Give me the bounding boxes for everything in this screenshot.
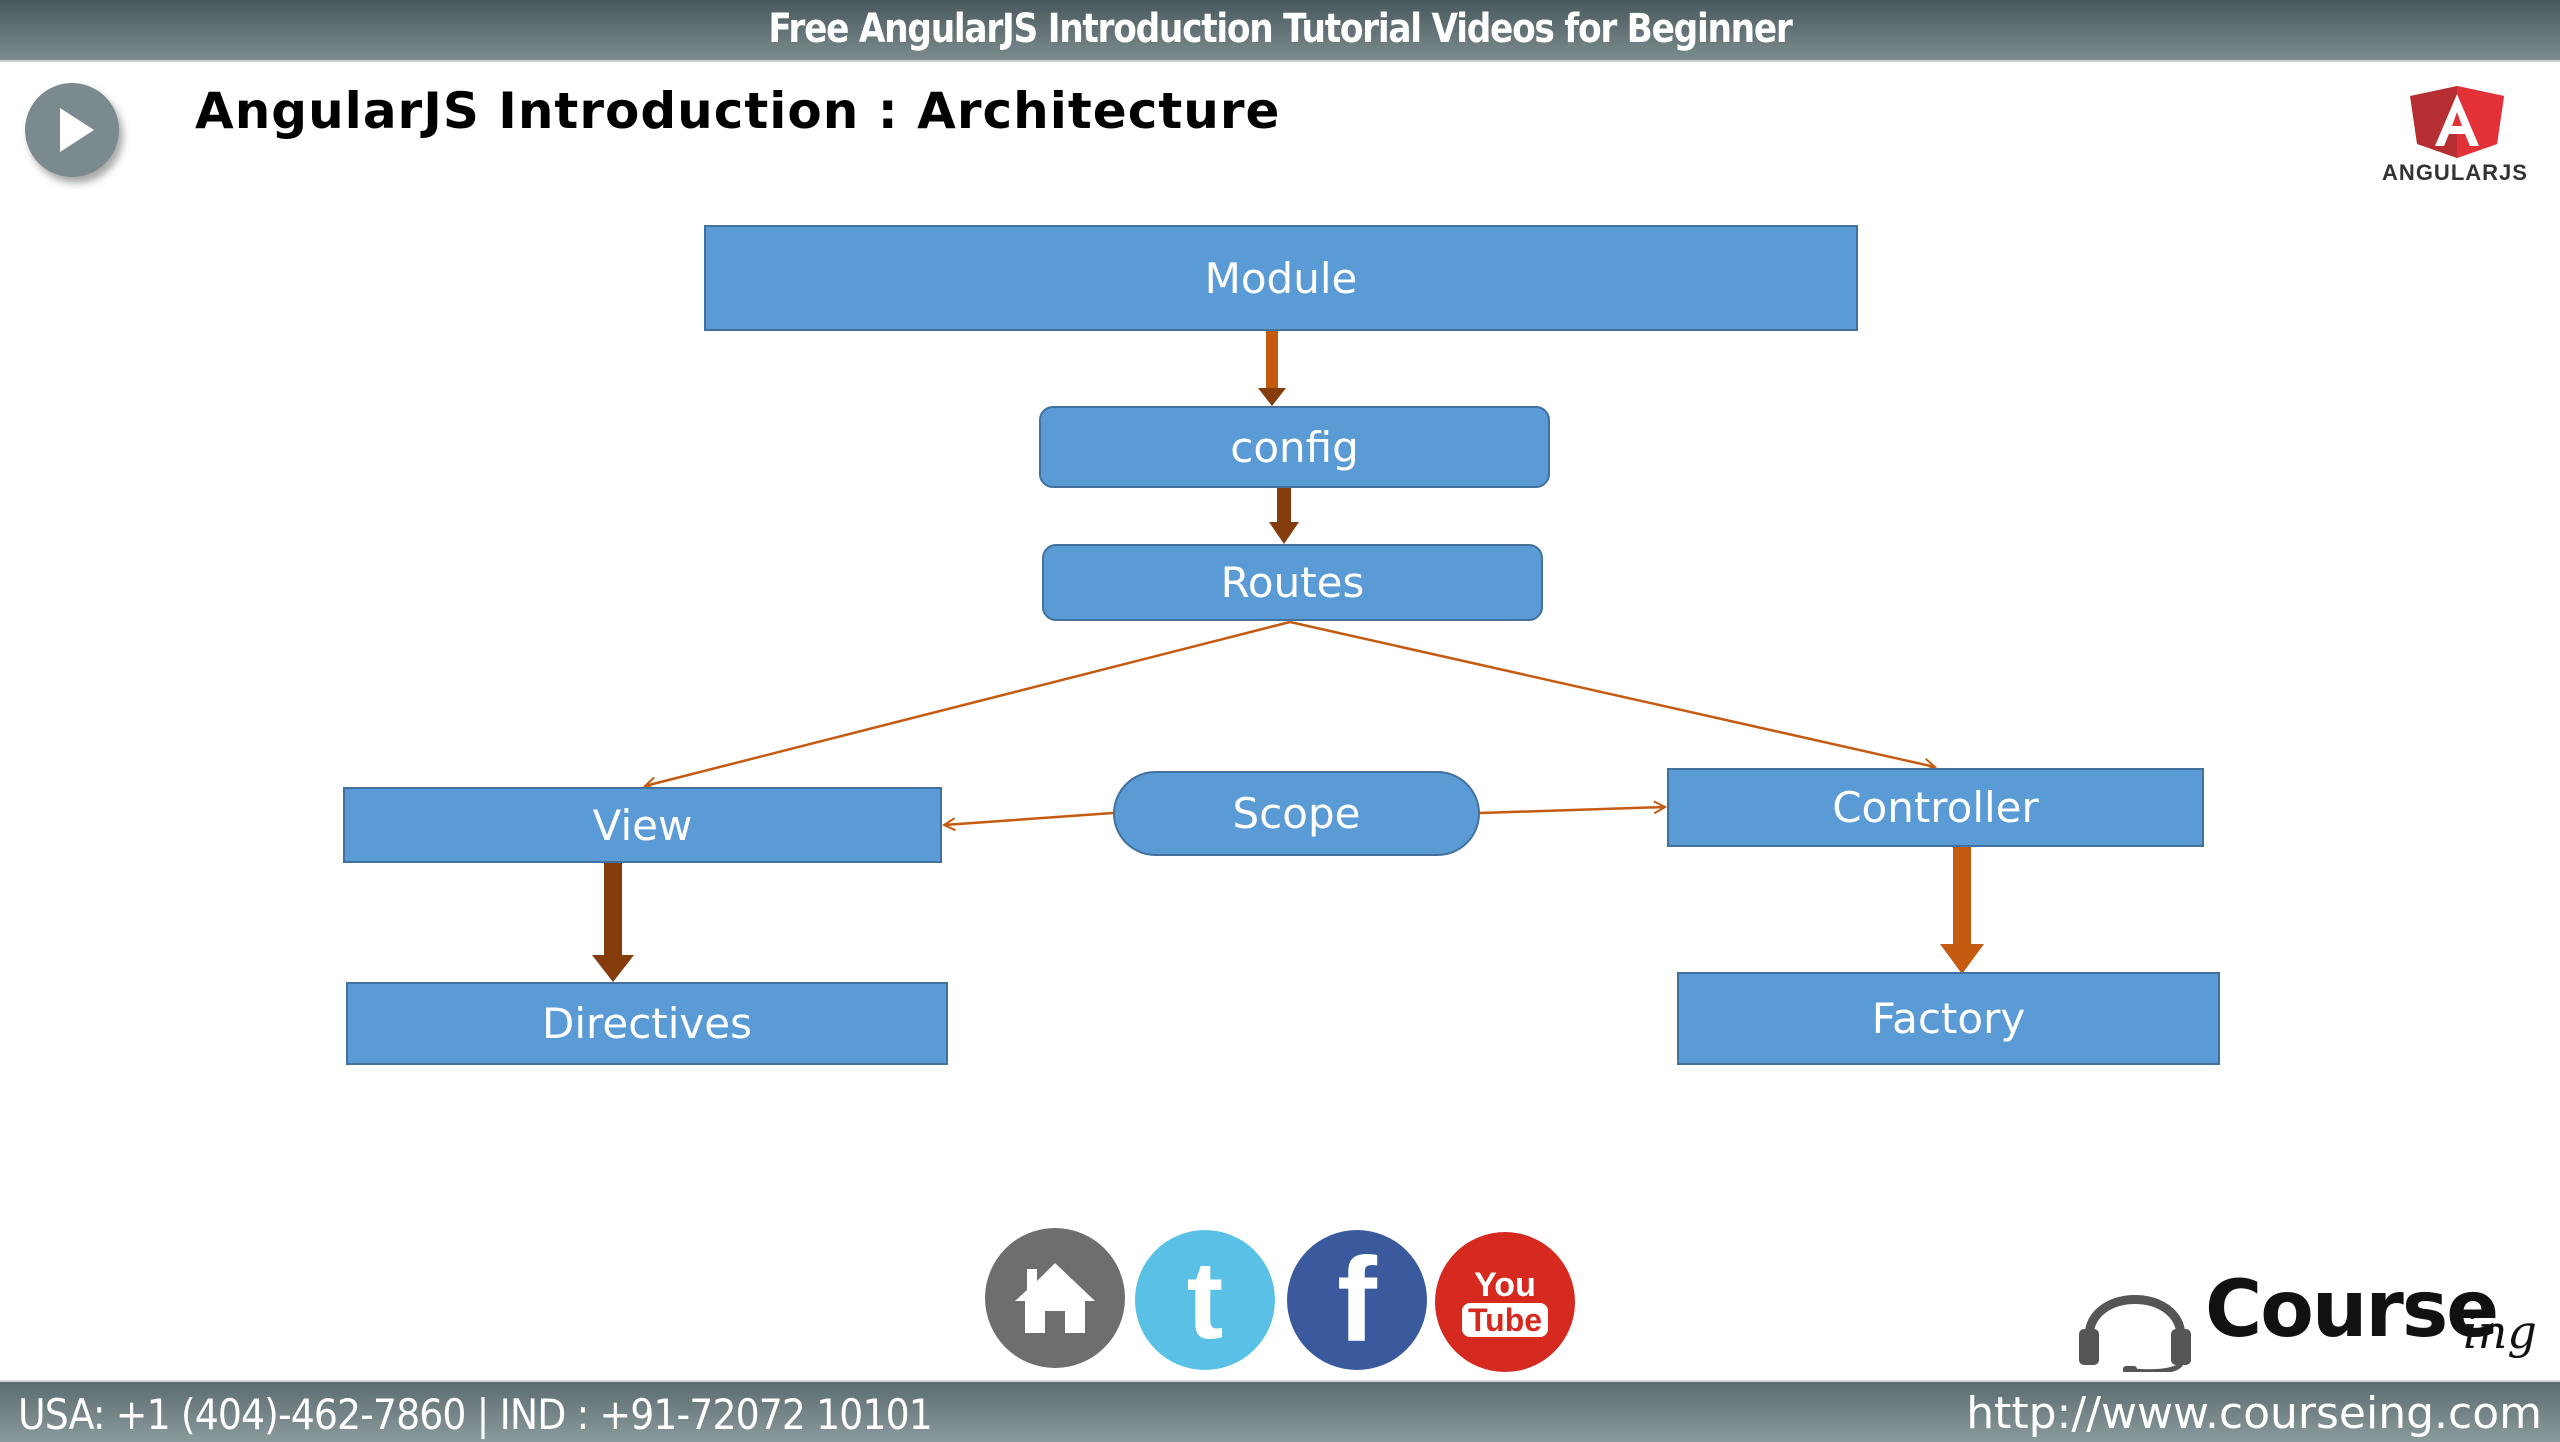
arrow-scope-to-view bbox=[944, 811, 1114, 825]
youtube-button[interactable]: You Tube bbox=[1435, 1232, 1575, 1372]
arrow-routes-to-view bbox=[645, 620, 1291, 786]
node-directives: Directives bbox=[346, 982, 948, 1065]
arrow-view-to-directives bbox=[592, 863, 634, 982]
node-view: View bbox=[343, 787, 942, 863]
contact-phone-numbers: USA: +1 (404)-462-7860 | IND : +91-72072… bbox=[18, 1390, 933, 1439]
headset-icon bbox=[2079, 1295, 2191, 1372]
arrow-config-to-routes bbox=[1269, 488, 1299, 544]
node-scope: Scope bbox=[1113, 771, 1480, 856]
node-module: Module bbox=[704, 225, 1858, 331]
node-view-label: View bbox=[592, 800, 693, 850]
node-module-label: Module bbox=[1204, 253, 1358, 303]
home-icon bbox=[1015, 1263, 1095, 1333]
node-factory: Factory bbox=[1677, 972, 2220, 1065]
twitter-button[interactable]: t bbox=[1135, 1230, 1275, 1370]
facebook-button[interactable]: f bbox=[1287, 1230, 1427, 1370]
node-config-label: config bbox=[1230, 422, 1359, 472]
node-factory-label: Factory bbox=[1871, 994, 2026, 1043]
twitter-icon: t bbox=[1186, 1238, 1224, 1362]
courseing-logo: Course ing bbox=[2075, 1265, 2545, 1372]
facebook-icon: f bbox=[1337, 1233, 1377, 1367]
node-scope-label: Scope bbox=[1232, 789, 1361, 838]
brand-name: Course bbox=[2205, 1265, 2499, 1355]
node-directives-label: Directives bbox=[542, 999, 752, 1048]
arrow-controller-to-factory bbox=[1940, 847, 1984, 974]
youtube-icon-top: You bbox=[1474, 1266, 1536, 1304]
footer-bar: USA: +1 (404)-462-7860 | IND : +91-72072… bbox=[0, 1380, 2560, 1442]
arrow-scope-to-controller bbox=[1479, 807, 1665, 815]
home-button[interactable] bbox=[985, 1228, 1125, 1368]
arrow-module-to-config bbox=[1258, 331, 1286, 406]
website-link[interactable]: http://www.courseing.com bbox=[1966, 1388, 2542, 1439]
youtube-icon-bottom: Tube bbox=[1461, 1303, 1549, 1337]
arrow-routes-to-controller bbox=[1289, 620, 1935, 767]
architecture-diagram-connectors bbox=[592, 331, 1984, 982]
node-routes-label: Routes bbox=[1220, 558, 1365, 607]
brand-suffix: ing bbox=[2463, 1305, 2537, 1359]
node-controller: Controller bbox=[1667, 768, 2204, 847]
node-routes: Routes bbox=[1042, 544, 1543, 621]
node-config: config bbox=[1039, 406, 1550, 488]
node-controller-label: Controller bbox=[1832, 783, 2039, 832]
